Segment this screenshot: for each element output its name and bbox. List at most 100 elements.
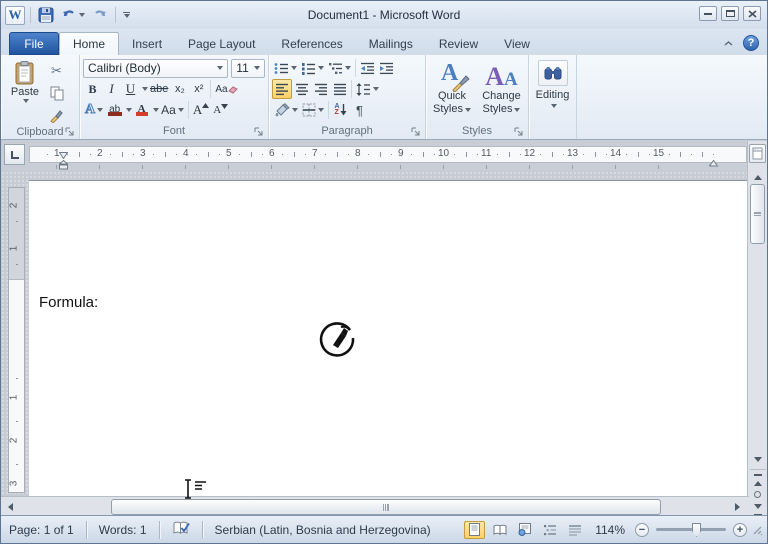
shading-button[interactable] bbox=[272, 100, 300, 120]
justify-button[interactable] bbox=[330, 79, 349, 99]
view-draft-button[interactable] bbox=[564, 521, 585, 539]
minimize-button[interactable] bbox=[699, 6, 717, 21]
tab-file[interactable]: File bbox=[9, 32, 59, 55]
first-line-indent-marker[interactable] bbox=[59, 152, 68, 159]
ruler-tick bbox=[552, 152, 553, 157]
tab-page-layout[interactable]: Page Layout bbox=[175, 32, 268, 55]
redo-button[interactable] bbox=[90, 5, 110, 25]
customize-qat-button[interactable] bbox=[121, 5, 132, 25]
font-color-button[interactable]: A bbox=[132, 100, 151, 120]
quick-styles-button[interactable]: A Quick Styles bbox=[429, 57, 476, 124]
proofing-status[interactable] bbox=[168, 520, 194, 539]
align-right-button[interactable] bbox=[311, 79, 330, 99]
align-center-button[interactable] bbox=[292, 79, 311, 99]
zoom-level[interactable]: 114% bbox=[589, 523, 631, 537]
tab-references[interactable]: References bbox=[268, 32, 355, 55]
borders-button[interactable] bbox=[300, 100, 326, 120]
align-left-button[interactable] bbox=[272, 79, 292, 99]
minimize-ribbon-icon[interactable] bbox=[724, 41, 733, 46]
horizontal-ruler[interactable]: 123456789101112131415 bbox=[29, 146, 747, 163]
view-outline-button[interactable] bbox=[539, 521, 560, 539]
vertical-ruler[interactable]: 21 1234 bbox=[8, 187, 25, 493]
ruler-marks: 123456789101112131415 bbox=[30, 147, 746, 162]
clipboard-dialog-launcher[interactable] bbox=[64, 126, 75, 137]
help-button[interactable]: ? bbox=[743, 35, 759, 51]
line-spacing-button[interactable] bbox=[354, 79, 381, 99]
undo-button[interactable] bbox=[59, 5, 87, 25]
numbering-button[interactable] bbox=[299, 58, 326, 78]
vertical-ruler-number: 2 bbox=[8, 438, 19, 444]
text-effects-button[interactable]: A bbox=[83, 100, 105, 120]
scroll-up-button[interactable] bbox=[749, 169, 767, 184]
editing-button[interactable]: Editing bbox=[531, 57, 574, 139]
close-button[interactable] bbox=[743, 6, 761, 21]
zoom-slider-thumb[interactable] bbox=[692, 523, 701, 537]
change-case-button[interactable]: Aa bbox=[159, 100, 186, 120]
tab-view[interactable]: View bbox=[491, 32, 543, 55]
page-indicator[interactable]: Page: 1 of 1 bbox=[1, 523, 78, 537]
save-button[interactable] bbox=[36, 5, 56, 25]
decrease-indent-icon bbox=[360, 62, 375, 75]
separator bbox=[115, 7, 116, 23]
tab-home[interactable]: Home bbox=[59, 32, 119, 55]
format-painter-button[interactable] bbox=[47, 105, 66, 125]
zoom-in-button[interactable]: + bbox=[733, 523, 747, 537]
paragraph-dialog-launcher[interactable] bbox=[410, 126, 421, 137]
italic-button[interactable]: I bbox=[102, 79, 121, 99]
highlight-color-button[interactable]: ab bbox=[105, 100, 124, 120]
ruler-bottom-tick bbox=[400, 165, 401, 169]
increase-indent-button[interactable] bbox=[377, 58, 396, 78]
shrink-font-button[interactable]: A bbox=[211, 100, 230, 120]
view-print-layout-button[interactable] bbox=[464, 521, 485, 539]
scroll-right-button[interactable] bbox=[729, 500, 747, 515]
bold-button[interactable]: B bbox=[83, 79, 102, 99]
select-browse-object-button[interactable] bbox=[749, 487, 767, 502]
tab-stop-selector[interactable] bbox=[4, 144, 25, 165]
grow-font-button[interactable]: A bbox=[191, 100, 211, 120]
scroll-down-button[interactable] bbox=[749, 452, 767, 467]
resize-grip[interactable] bbox=[751, 524, 763, 536]
tab-review[interactable]: Review bbox=[426, 32, 491, 55]
view-web-layout-button[interactable] bbox=[514, 521, 535, 539]
document-page[interactable]: Formula: bbox=[29, 180, 749, 496]
scroll-left-button[interactable] bbox=[1, 500, 19, 515]
sort-button[interactable]: A Z bbox=[331, 100, 350, 120]
zoom-out-button[interactable]: − bbox=[635, 523, 649, 537]
tab-mailings[interactable]: Mailings bbox=[356, 32, 426, 55]
superscript-button[interactable]: x² bbox=[189, 79, 208, 99]
change-styles-button[interactable]: A A Change Styles bbox=[478, 57, 526, 124]
underline-button[interactable]: U bbox=[121, 79, 140, 99]
show-hide-pilcrow-button[interactable]: ¶ bbox=[350, 100, 369, 120]
font-name-combo[interactable]: Calibri (Body) bbox=[83, 59, 228, 78]
tab-insert[interactable]: Insert bbox=[119, 32, 175, 55]
strikethrough-button[interactable]: abe bbox=[148, 79, 170, 99]
ruler-bottom-tick bbox=[572, 165, 573, 169]
multilevel-list-button[interactable] bbox=[326, 58, 353, 78]
cut-button[interactable]: ✂ bbox=[47, 61, 66, 81]
decrease-indent-button[interactable] bbox=[358, 58, 377, 78]
ruler-tick bbox=[669, 154, 670, 155]
bullets-button[interactable] bbox=[272, 58, 299, 78]
clear-formatting-button[interactable]: Aa bbox=[213, 79, 239, 99]
previous-page-button[interactable] bbox=[749, 472, 767, 487]
double-up-icon bbox=[754, 474, 762, 486]
ruler-bottom-tick bbox=[658, 165, 659, 169]
view-fullscreen-reading-button[interactable] bbox=[489, 521, 510, 539]
fullscreen-reading-icon bbox=[493, 524, 507, 536]
font-dialog-launcher[interactable] bbox=[253, 126, 264, 137]
maximize-button[interactable] bbox=[721, 6, 739, 21]
word-count[interactable]: Words: 1 bbox=[95, 523, 151, 537]
ruler-number: 3 bbox=[140, 148, 146, 159]
align-center-icon bbox=[295, 83, 309, 96]
font-size-combo[interactable]: 11 bbox=[231, 59, 265, 78]
vertical-scroll-thumb[interactable] bbox=[750, 184, 765, 244]
word-logo-icon[interactable]: W bbox=[5, 6, 25, 25]
styles-dialog-launcher[interactable] bbox=[513, 126, 524, 137]
language-indicator[interactable]: Serbian (Latin, Bosnia and Herzegovina) bbox=[211, 523, 435, 537]
view-ruler-toggle-button[interactable] bbox=[749, 144, 766, 163]
subscript-button[interactable]: x₂ bbox=[170, 79, 189, 99]
ruler-tick bbox=[262, 154, 263, 155]
zoom-slider-track[interactable] bbox=[656, 528, 726, 531]
copy-button[interactable] bbox=[47, 83, 66, 103]
paste-button[interactable]: Paste bbox=[3, 57, 47, 125]
